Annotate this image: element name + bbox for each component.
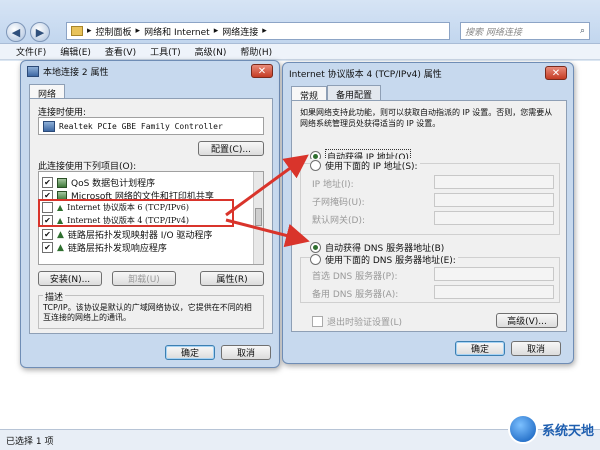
close-button[interactable]: ✕ (545, 66, 567, 80)
menu-view[interactable]: 查看(V) (105, 45, 136, 58)
breadcrumb-item[interactable]: 网络连接 (222, 25, 258, 38)
validate-checkbox[interactable] (312, 316, 323, 327)
watermark-logo-icon (507, 414, 538, 444)
menu-file[interactable]: 文件(F) (16, 45, 46, 58)
item-label: 链路层拓扑发现响应程序 (67, 244, 167, 254)
manual-ip-option[interactable]: 使用下面的 IP 地址(S): (310, 159, 420, 172)
option-label: 使用下面的 DNS 服务器地址(E): (325, 256, 456, 266)
ip-address-label: IP 地址(I): (312, 180, 354, 190)
list-item[interactable]: ✔ ▲ 链路层拓扑发现映射器 I/O 驱动程序 (42, 228, 212, 241)
dialog-title: Internet 协议版本 4 (TCP/IPv4) 属性 (289, 69, 442, 80)
adapter-field: Realtek PCIe GBE Family Controller (38, 117, 264, 135)
subnet-mask-input[interactable] (434, 193, 554, 207)
close-icon: ✕ (257, 65, 267, 77)
breadcrumb-item[interactable]: 网络和 Internet (144, 25, 210, 38)
uninstall-button[interactable]: 卸载(U) (112, 271, 176, 286)
preferred-dns-label: 首选 DNS 服务器(P): (312, 272, 398, 282)
general-tab-panel: 如果网络支持此功能，则可以获取自动指派的 IP 设置。否则，您需要从网络系统管理… (291, 100, 567, 332)
item-checkbox[interactable]: ✔ (42, 229, 53, 240)
description-title: 描述 (43, 290, 66, 303)
preferred-dns-input[interactable] (434, 267, 554, 281)
breadcrumb-sep-icon: ▸ (213, 26, 219, 36)
close-button[interactable]: ✕ (251, 64, 273, 78)
ipv4-properties-dialog: Internet 协议版本 4 (TCP/IPv4) 属性 ✕ 常规 备用配置 … (282, 62, 574, 364)
status-text: 已选择 1 项 (6, 436, 54, 447)
radio-button[interactable] (310, 242, 321, 253)
back-button[interactable]: ◀ (6, 22, 26, 42)
adapter-name: Realtek PCIe GBE Family Controller (59, 121, 223, 131)
protocol-icon: ▲ (57, 242, 64, 253)
list-item[interactable]: ✔ ▲ 链路层拓扑发现响应程序 (42, 241, 167, 254)
explorer-menu-bar: 文件(F) 编辑(E) 查看(V) 工具(T) 高级(N) 帮助(H) (0, 44, 600, 60)
advanced-button[interactable]: 高级(V)... (496, 313, 558, 328)
close-icon: ✕ (551, 67, 561, 79)
item-label: QoS 数据包计划程序 (71, 179, 156, 189)
properties-button[interactable]: 属性(R) (200, 271, 264, 286)
address-field[interactable]: ▸ 控制面板 ▸ 网络和 Internet ▸ 网络连接 ▸ (66, 22, 450, 40)
radio-button[interactable] (310, 254, 321, 265)
network-icon (27, 65, 39, 77)
manual-dns-option[interactable]: 使用下面的 DNS 服务器地址(E): (310, 253, 458, 266)
scrollbar-thumb[interactable] (255, 208, 262, 226)
list-scrollbar[interactable] (253, 172, 263, 264)
menu-help[interactable]: 帮助(H) (240, 45, 272, 58)
menu-advanced[interactable]: 高级(N) (195, 45, 227, 58)
search-input[interactable]: 搜索 网络连接 ⌕ (460, 22, 590, 40)
option-label: 使用下面的 IP 地址(S): (325, 162, 418, 172)
watermark-text: 系统天地 (541, 423, 594, 439)
protocol-icon: ▲ (57, 229, 64, 240)
intro-text: 如果网络支持此功能，则可以获取自动指派的 IP 设置。否则，您需要从网络系统管理… (300, 108, 553, 128)
cancel-button[interactable]: 取消 (221, 345, 271, 360)
list-item[interactable]: ✔ QoS 数据包计划程序 (42, 176, 155, 189)
description-group: 描述 TCP/IP。该协议是默认的广域网络协议，它提供在不同的相互连接的网络上的… (38, 290, 264, 329)
menu-edit[interactable]: 编辑(E) (60, 45, 91, 58)
validate-option[interactable]: 退出时验证设置(L) (312, 315, 402, 328)
arrow-right-icon: ▶ (35, 25, 45, 39)
service-icon (57, 177, 67, 188)
cancel-button[interactable]: 取消 (511, 341, 561, 356)
forward-button[interactable]: ▶ (30, 22, 50, 42)
breadcrumb-sep-icon: ▸ (135, 26, 141, 36)
item-checkbox[interactable]: ✔ (42, 177, 53, 188)
default-gateway-label: 默认网关(D): (312, 216, 365, 226)
alternate-dns-input[interactable] (434, 285, 554, 299)
folder-icon (71, 26, 83, 36)
explorer-address-bar: ◀ ▶ ▸ 控制面板 ▸ 网络和 Internet ▸ 网络连接 ▸ 搜索 网络… (0, 0, 600, 44)
alternate-dns-label: 备用 DNS 服务器(A): (312, 290, 399, 300)
menu-tools[interactable]: 工具(T) (150, 45, 181, 58)
default-gateway-input[interactable] (434, 211, 554, 225)
dialog-titlebar: 本地连接 2 属性 (21, 61, 279, 81)
highlight-box (38, 199, 234, 227)
ip-address-input[interactable] (434, 175, 554, 189)
dialog-title: 本地连接 2 属性 (43, 67, 109, 78)
item-checkbox[interactable]: ✔ (42, 242, 53, 253)
install-button[interactable]: 安装(N)... (38, 271, 102, 286)
radio-button[interactable] (310, 160, 321, 171)
arrow-left-icon: ◀ (11, 25, 21, 39)
breadcrumb-sep-icon: ▸ (262, 26, 267, 36)
network-card-icon (43, 120, 55, 132)
ok-button[interactable]: 确定 (455, 341, 505, 356)
description-text: TCP/IP。该协议是默认的广域网络协议，它提供在不同的相互连接的网络上的通讯。 (43, 303, 252, 322)
network-tab-panel: 连接时使用: Realtek PCIe GBE Family Controlle… (29, 98, 273, 334)
search-icon: ⌕ (579, 26, 585, 36)
dialog-titlebar: Internet 协议版本 4 (TCP/IPv4) 属性 (283, 63, 573, 83)
configure-button[interactable]: 配置(C)... (198, 141, 264, 156)
ok-button[interactable]: 确定 (165, 345, 215, 360)
item-label: 链路层拓扑发现映射器 I/O 驱动程序 (67, 231, 213, 241)
subnet-mask-label: 子网掩码(U): (312, 198, 365, 208)
option-label: 退出时验证设置(L) (327, 318, 403, 328)
connection-properties-dialog: 本地连接 2 属性 ✕ 网络 连接时使用: Realtek PCIe GBE F… (20, 60, 280, 368)
breadcrumb-item[interactable]: 控制面板 (96, 25, 132, 38)
search-placeholder: 搜索 网络连接 (465, 27, 522, 38)
breadcrumb-sep-icon: ▸ (87, 26, 92, 36)
watermark: 系统天地 (507, 414, 594, 444)
